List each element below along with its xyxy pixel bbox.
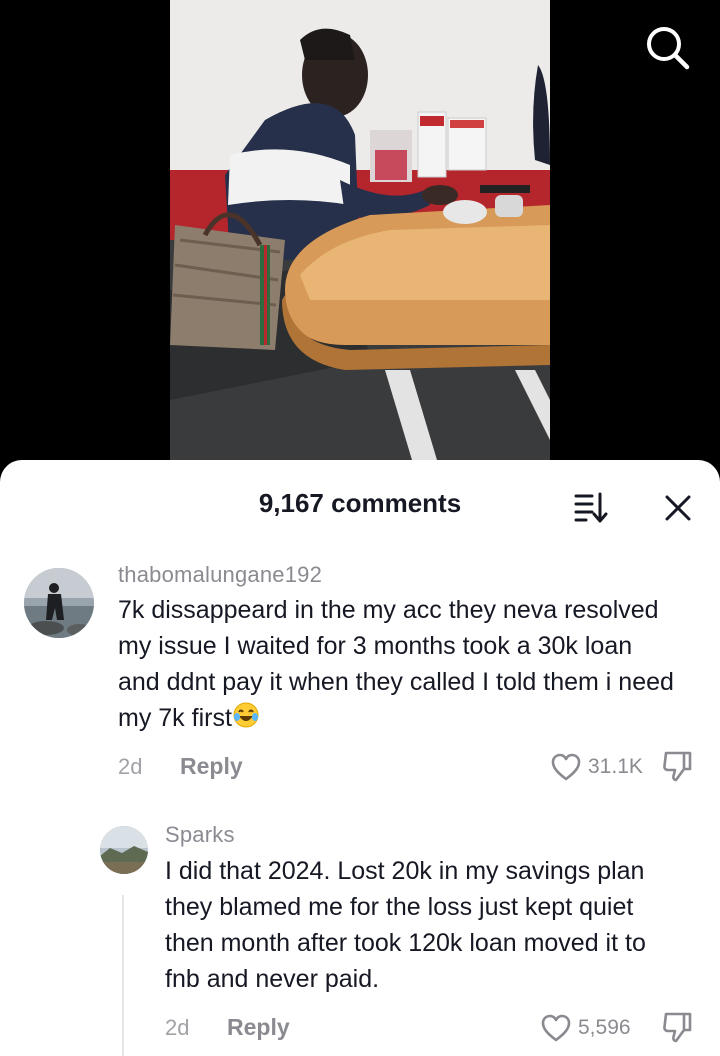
dislike-button[interactable]	[660, 1010, 694, 1044]
like-count: 31.1K	[588, 755, 643, 778]
like-count: 5,596	[578, 1016, 631, 1039]
video-frame	[170, 0, 550, 470]
comment-username[interactable]: Sparks	[165, 822, 235, 848]
thumbs-down-icon	[663, 751, 692, 782]
video-player[interactable]	[0, 0, 720, 470]
close-button[interactable]	[660, 490, 696, 526]
comments-header: 9,167 comments	[0, 460, 720, 544]
heart-icon	[551, 753, 581, 781]
comment-username[interactable]: thabomalungane192	[118, 562, 322, 588]
comment-count: 9,167 comments	[258, 488, 462, 518]
reply-button[interactable]: Reply	[180, 753, 243, 780]
search-icon	[647, 27, 690, 70]
like-button[interactable]: 5,596	[540, 1011, 631, 1045]
comment-time: 2d	[165, 1015, 190, 1040]
thumbs-down-icon	[663, 1012, 692, 1043]
avatar-image	[100, 826, 148, 874]
sort-button[interactable]	[572, 490, 610, 524]
comment-text: 7k dissappeard in the my acc they neva r…	[118, 592, 678, 739]
search-button[interactable]	[642, 22, 694, 74]
comment-text-body: 7k dissappeard in the my acc they neva r…	[118, 596, 674, 732]
video-scene-illustration	[170, 0, 550, 470]
avatar[interactable]	[24, 568, 94, 638]
reply-button[interactable]: Reply	[227, 1014, 290, 1041]
reply-thread-line	[122, 895, 124, 1056]
laughing-tears-emoji	[232, 701, 260, 739]
like-button[interactable]: 31.1K	[550, 750, 643, 784]
heart-icon	[541, 1014, 571, 1042]
comment-text: I did that 2024. Lost 20k in my savings …	[165, 857, 646, 993]
close-icon	[665, 495, 691, 521]
dislike-button[interactable]	[660, 749, 694, 783]
comment-time: 2d	[118, 754, 143, 779]
avatar-image	[24, 568, 94, 638]
avatar[interactable]	[100, 826, 148, 874]
comments-sheet: 9,167 comments thabomalungane192 7k diss…	[0, 460, 720, 1056]
sort-icon	[574, 492, 608, 523]
